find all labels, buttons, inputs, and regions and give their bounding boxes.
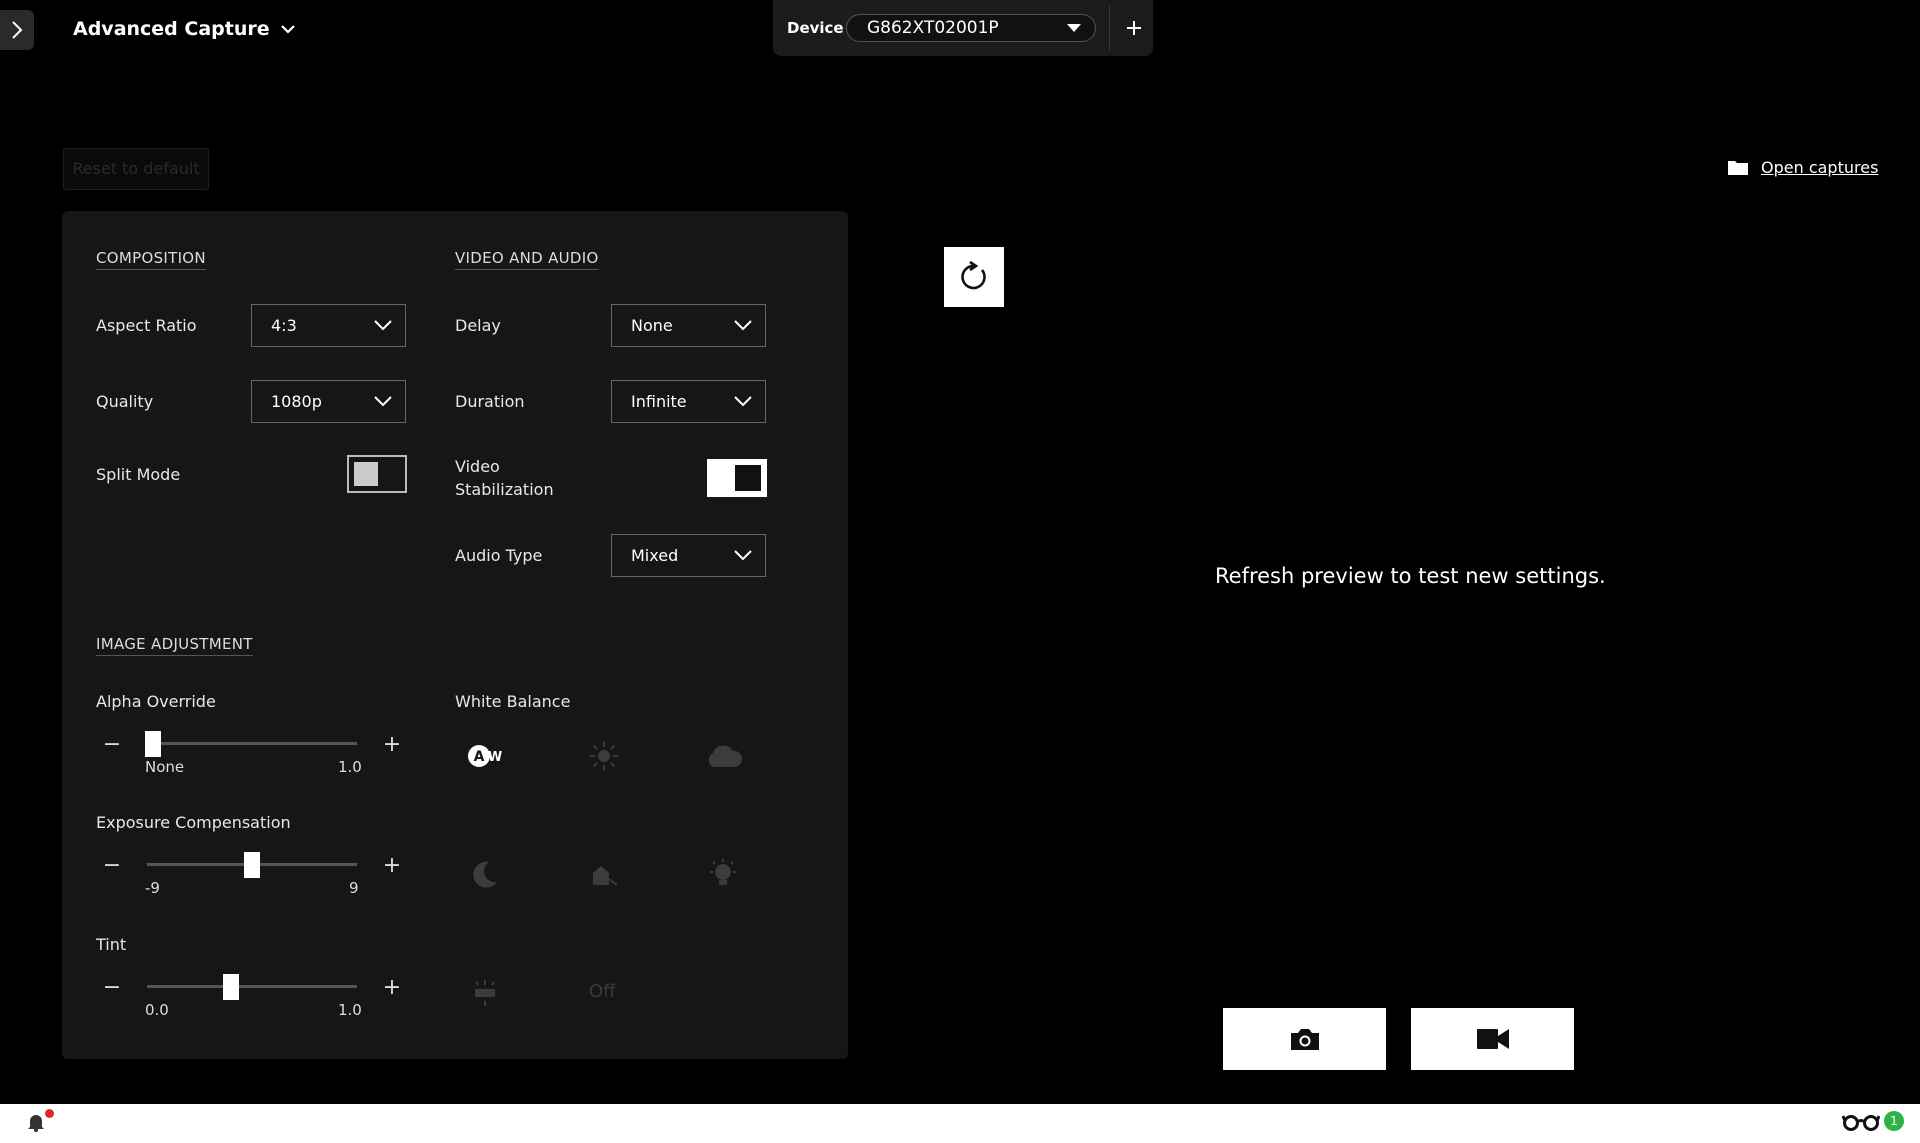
white-balance-off-option[interactable]: Off xyxy=(589,981,616,1002)
reset-to-default-button[interactable]: Reset to default xyxy=(63,148,209,190)
status-badge: 1 xyxy=(1884,1111,1904,1131)
video-audio-section-title: VIDEO AND AUDIO xyxy=(455,249,599,270)
alpha-min-label: None xyxy=(145,758,185,776)
tungsten-wb-icon[interactable] xyxy=(701,852,745,896)
aspect-ratio-label: Aspect Ratio xyxy=(96,316,197,335)
divider xyxy=(1109,6,1110,50)
night-wb-icon[interactable] xyxy=(463,852,507,896)
delay-label: Delay xyxy=(455,316,501,335)
white-balance-label: White Balance xyxy=(455,692,571,711)
audio-type-label: Audio Type xyxy=(455,546,543,565)
tint-label: Tint xyxy=(96,935,127,954)
video-camera-icon xyxy=(1476,1029,1509,1049)
duration-value: Infinite xyxy=(631,392,687,411)
alpha-slider-track[interactable] xyxy=(147,742,357,745)
exposure-increase-button[interactable]: + xyxy=(382,855,402,877)
auto-wb-icon[interactable]: A W xyxy=(463,734,507,778)
fluorescent-wb-icon[interactable] xyxy=(463,971,507,1015)
alpha-override-label: Alpha Override xyxy=(96,692,216,711)
tint-increase-button[interactable]: + xyxy=(382,977,402,999)
quality-value: 1080p xyxy=(271,392,322,411)
notification-bell-icon[interactable] xyxy=(26,1112,46,1136)
daylight-wb-icon[interactable] xyxy=(582,734,626,778)
toggle-knob xyxy=(735,465,761,491)
split-mode-label: Split Mode xyxy=(96,465,181,484)
toggle-knob xyxy=(354,462,378,486)
image-adjustment-section-title: IMAGE ADJUSTMENT xyxy=(96,635,253,656)
chevron-right-icon xyxy=(12,21,23,39)
sidebar-toggle-button[interactable] xyxy=(0,10,34,50)
shade-wb-icon[interactable] xyxy=(582,852,626,896)
tint-min-label: 0.0 xyxy=(145,1001,169,1019)
aspect-ratio-dropdown[interactable]: 4:3 xyxy=(251,304,406,347)
caret-down-icon xyxy=(1067,24,1081,32)
device-bar: Device G862XT02001P xyxy=(773,0,1153,56)
chevron-down-icon xyxy=(734,320,752,331)
preview-message: Refresh preview to test new settings. xyxy=(1215,564,1606,588)
stabilization-label-line2: Stabilization xyxy=(455,480,554,499)
chevron-down-icon xyxy=(374,320,392,331)
exposure-decrease-button[interactable]: − xyxy=(102,855,122,877)
camera-icon xyxy=(1290,1029,1319,1050)
composition-section-title: COMPOSITION xyxy=(96,249,206,270)
chevron-down-icon xyxy=(374,396,392,407)
app-title-dropdown[interactable]: Advanced Capture xyxy=(73,18,296,40)
take-photo-button[interactable] xyxy=(1223,1008,1386,1070)
duration-dropdown[interactable]: Infinite xyxy=(611,380,766,423)
delay-dropdown[interactable]: None xyxy=(611,304,766,347)
quality-dropdown[interactable]: 1080p xyxy=(251,380,406,423)
delay-value: None xyxy=(631,316,673,335)
bottom-status-bar xyxy=(0,1104,1920,1143)
quality-label: Quality xyxy=(96,392,154,411)
notification-dot xyxy=(45,1109,54,1118)
device-label: Device xyxy=(787,19,844,37)
plus-icon xyxy=(1127,21,1141,35)
tint-max-label: 1.0 xyxy=(338,1001,362,1019)
audio-type-dropdown[interactable]: Mixed xyxy=(611,534,766,577)
video-stabilization-label: Video Stabilization xyxy=(455,455,554,501)
stabilization-label-line1: Video xyxy=(455,457,500,476)
tint-slider-thumb[interactable] xyxy=(223,974,239,1000)
open-captures-link[interactable]: Open captures xyxy=(1727,158,1878,177)
video-stabilization-toggle[interactable] xyxy=(707,459,767,497)
record-video-button[interactable] xyxy=(1411,1008,1574,1070)
alpha-decrease-button[interactable]: − xyxy=(102,734,122,756)
alpha-max-label: 1.0 xyxy=(338,758,362,776)
settings-panel: COMPOSITION Aspect Ratio 4:3 Quality 108… xyxy=(62,211,848,1059)
refresh-icon xyxy=(961,260,986,290)
chevron-down-icon xyxy=(734,550,752,561)
tint-slider-track[interactable] xyxy=(147,985,357,988)
folder-icon xyxy=(1728,161,1748,175)
refresh-preview-button[interactable] xyxy=(944,247,1004,307)
svg-text:W: W xyxy=(488,750,502,765)
chevron-down-icon xyxy=(280,25,295,34)
device-value: G862XT02001P xyxy=(867,18,999,38)
alpha-slider-thumb[interactable] xyxy=(145,731,162,757)
device-select[interactable]: G862XT02001P xyxy=(846,14,1096,42)
audio-type-value: Mixed xyxy=(631,546,679,565)
exposure-slider-thumb[interactable] xyxy=(244,852,260,878)
split-mode-toggle[interactable] xyxy=(347,455,407,493)
duration-label: Duration xyxy=(455,392,525,411)
exposure-min-label: -9 xyxy=(145,879,160,897)
exposure-compensation-label: Exposure Compensation xyxy=(96,813,291,832)
exposure-max-label: 9 xyxy=(349,879,359,897)
open-captures-label: Open captures xyxy=(1761,158,1879,177)
cloudy-wb-icon[interactable] xyxy=(701,734,745,778)
add-device-button[interactable] xyxy=(1119,10,1149,46)
glasses-icon[interactable] xyxy=(1841,1113,1881,1135)
aspect-ratio-value: 4:3 xyxy=(271,316,297,335)
app-title: Advanced Capture xyxy=(73,18,270,40)
tint-decrease-button[interactable]: − xyxy=(102,977,122,999)
chevron-down-icon xyxy=(734,396,752,407)
alpha-increase-button[interactable]: + xyxy=(382,734,402,756)
svg-text:A: A xyxy=(474,749,485,765)
